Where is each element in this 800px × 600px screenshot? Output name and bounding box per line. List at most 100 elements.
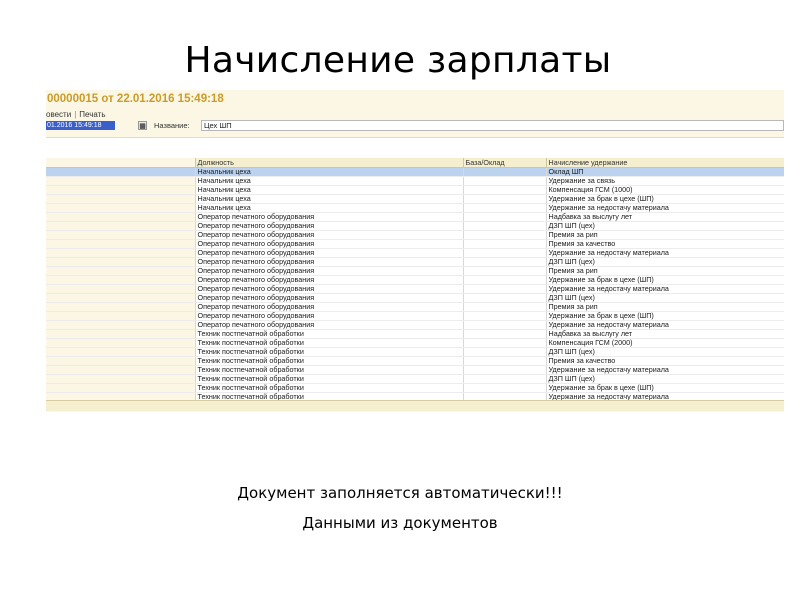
position-cell[interactable]: Техник постпечатной обработки xyxy=(194,356,463,366)
row-marker-cell[interactable] xyxy=(46,239,195,249)
position-cell[interactable]: Техник постпечатной обработки xyxy=(194,338,463,348)
table-row[interactable]: Начальник цеха Оклад ШП xyxy=(46,167,784,177)
base-cell[interactable] xyxy=(462,356,546,366)
position-cell[interactable]: Оператор печатного оборудования xyxy=(194,230,463,240)
base-cell[interactable] xyxy=(462,167,546,177)
row-marker-cell[interactable] xyxy=(46,320,195,330)
print-button[interactable]: Печать xyxy=(79,110,105,119)
table-row[interactable]: Оператор печатного оборудования Премия за… xyxy=(46,239,784,249)
accrual-cell[interactable]: Удержание за недостачу материала xyxy=(545,320,784,330)
accrual-cell[interactable]: Премия за рип xyxy=(545,266,784,276)
row-marker-cell[interactable] xyxy=(46,365,195,375)
table-row[interactable]: Оператор печатного оборудования ДЗП ШП (ц… xyxy=(46,257,784,267)
row-marker-cell[interactable] xyxy=(46,275,195,285)
position-cell[interactable]: Оператор печатного оборудования xyxy=(194,284,463,294)
post-button[interactable]: овести xyxy=(46,110,71,119)
row-marker-cell[interactable] xyxy=(46,338,195,348)
position-cell[interactable]: Начальник цеха xyxy=(194,203,463,213)
row-marker-cell[interactable] xyxy=(46,248,195,258)
table-row[interactable]: Техник постпечатной обработки ДЗП ШП (цех… xyxy=(46,374,784,384)
table-row[interactable]: Оператор печатного оборудования Удержание… xyxy=(46,311,784,321)
base-cell[interactable] xyxy=(462,338,546,348)
row-marker-cell[interactable] xyxy=(46,266,195,276)
accrual-cell[interactable]: Удержание за недостачу материала xyxy=(545,203,784,213)
table-row[interactable]: Начальник цеха Компенсация ГСМ (1000) xyxy=(46,185,784,195)
row-marker-cell[interactable] xyxy=(46,347,195,357)
table-row[interactable]: Оператор печатного оборудования Удержание… xyxy=(46,275,784,285)
row-marker-cell[interactable] xyxy=(46,194,195,204)
table-row[interactable]: Техник постпечатной обработки Компенсация… xyxy=(46,338,784,348)
accrual-cell[interactable]: ДЗП ШП (цех) xyxy=(545,347,784,357)
accrual-cell[interactable]: Удержание за недостачу материала xyxy=(545,284,784,294)
base-cell[interactable] xyxy=(462,311,546,321)
position-cell[interactable]: Оператор печатного оборудования xyxy=(194,239,463,249)
base-cell[interactable] xyxy=(462,176,546,186)
position-cell[interactable]: Техник постпечатной обработки xyxy=(194,329,463,339)
table-row[interactable]: Оператор печатного оборудования Надбавка … xyxy=(46,212,784,222)
position-cell[interactable]: Техник постпечатной обработки xyxy=(194,374,463,384)
position-cell[interactable]: Техник постпечатной обработки xyxy=(194,383,463,393)
base-cell[interactable] xyxy=(462,293,546,303)
row-marker-cell[interactable] xyxy=(46,203,195,213)
base-cell[interactable] xyxy=(462,203,546,213)
base-cell[interactable] xyxy=(462,221,546,231)
accrual-cell[interactable]: Удержание за недостачу материала xyxy=(545,248,784,258)
position-cell[interactable]: Оператор печатного оборудования xyxy=(194,275,463,285)
table-row[interactable]: Начальник цеха Удержание за недостачу мат… xyxy=(46,203,784,213)
position-cell[interactable]: Оператор печатного оборудования xyxy=(194,302,463,312)
position-cell[interactable]: Оператор печатного оборудования xyxy=(194,212,463,222)
column-header-position[interactable]: Должность xyxy=(194,158,463,168)
accrual-cell[interactable]: Компенсация ГСМ (2000) xyxy=(545,338,784,348)
table-row[interactable]: Оператор печатного оборудования ДЗП ШП (ц… xyxy=(46,221,784,231)
row-marker-cell[interactable] xyxy=(46,311,195,321)
table-row[interactable]: Техник постпечатной обработки Удержание з… xyxy=(46,383,784,393)
table-row[interactable]: Оператор печатного оборудования Премия за… xyxy=(46,302,784,312)
table-row[interactable]: Оператор печатного оборудования Удержание… xyxy=(46,248,784,258)
table-row[interactable]: Техник постпечатной обработки Надбавка за… xyxy=(46,329,784,339)
row-marker-cell[interactable] xyxy=(46,185,195,195)
base-cell[interactable] xyxy=(462,320,546,330)
base-cell[interactable] xyxy=(462,248,546,258)
base-cell[interactable] xyxy=(462,302,546,312)
table-row[interactable]: Начальник цеха Удержание за связь xyxy=(46,176,784,186)
table-row[interactable]: Начальник цеха Удержание за брак в цехе (… xyxy=(46,194,784,204)
accrual-cell[interactable]: Премия за рип xyxy=(545,302,784,312)
position-cell[interactable]: Оператор печатного оборудования xyxy=(194,320,463,330)
table-row[interactable]: Оператор печатного оборудования Удержание… xyxy=(46,284,784,294)
position-cell[interactable]: Начальник цеха xyxy=(194,176,463,186)
base-cell[interactable] xyxy=(462,185,546,195)
accrual-cell[interactable]: Удержание за брак в цехе (ШП) xyxy=(545,383,784,393)
position-cell[interactable]: Начальник цеха xyxy=(194,185,463,195)
position-cell[interactable]: Оператор печатного оборудования xyxy=(194,311,463,321)
column-header-row-marker[interactable] xyxy=(46,158,195,168)
base-cell[interactable] xyxy=(462,239,546,249)
accrual-cell[interactable]: Надбавка за выслугу лет xyxy=(545,212,784,222)
row-marker-cell[interactable] xyxy=(46,212,195,222)
accrual-cell[interactable]: Надбавка за выслугу лет xyxy=(545,329,784,339)
row-marker-cell[interactable] xyxy=(46,356,195,366)
accrual-cell[interactable]: Удержание за брак в цехе (ШП) xyxy=(545,275,784,285)
base-cell[interactable] xyxy=(462,374,546,384)
column-header-accrual[interactable]: Начисление удержание xyxy=(545,158,784,168)
base-cell[interactable] xyxy=(462,347,546,357)
base-cell[interactable] xyxy=(462,266,546,276)
row-marker-cell[interactable] xyxy=(46,383,195,393)
position-cell[interactable]: Оператор печатного оборудования xyxy=(194,257,463,267)
position-cell[interactable]: Начальник цеха xyxy=(194,194,463,204)
base-cell[interactable] xyxy=(462,329,546,339)
row-marker-cell[interactable] xyxy=(46,221,195,231)
table-row[interactable]: Техник постпечатной обработки Удержание з… xyxy=(46,365,784,375)
position-cell[interactable]: Техник постпечатной обработки xyxy=(194,347,463,357)
row-marker-cell[interactable] xyxy=(46,230,195,240)
position-cell[interactable]: Начальник цеха xyxy=(194,167,463,177)
accrual-cell[interactable]: Премия за качество xyxy=(545,356,784,366)
position-cell[interactable]: Оператор печатного оборудования xyxy=(194,248,463,258)
accrual-cell[interactable]: ДЗП ШП (цех) xyxy=(545,293,784,303)
base-cell[interactable] xyxy=(462,275,546,285)
row-marker-cell[interactable] xyxy=(46,284,195,294)
position-cell[interactable]: Техник постпечатной обработки xyxy=(194,365,463,375)
accrual-cell[interactable]: ДЗП ШП (цех) xyxy=(545,374,784,384)
accrual-cell[interactable]: Удержание за недостачу материала xyxy=(545,365,784,375)
row-marker-cell[interactable] xyxy=(46,176,195,186)
table-row[interactable]: Оператор печатного оборудования ДЗП ШП (ц… xyxy=(46,293,784,303)
